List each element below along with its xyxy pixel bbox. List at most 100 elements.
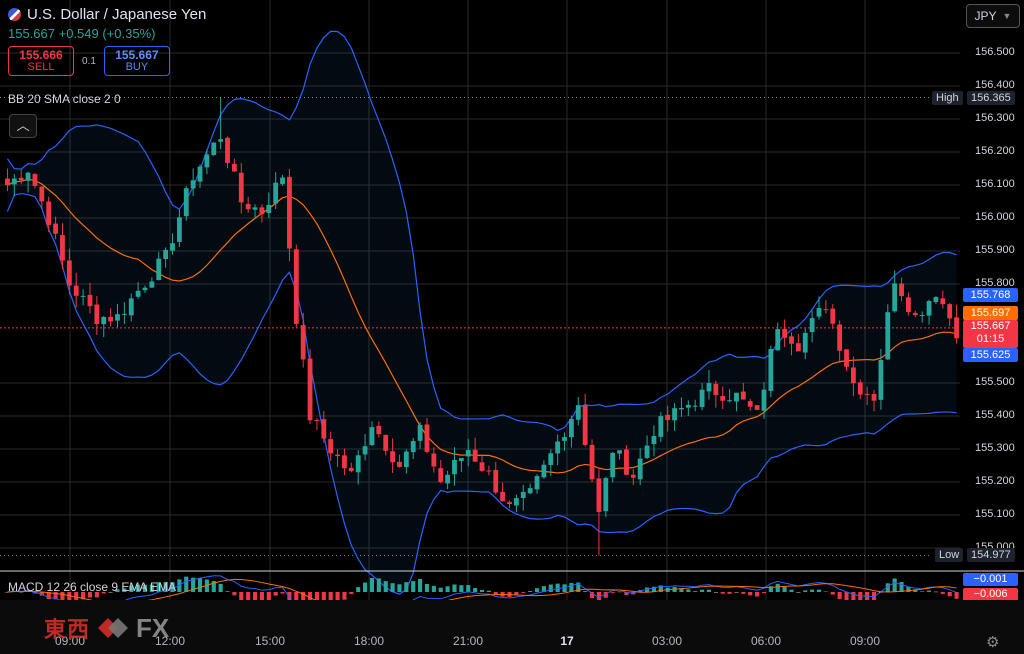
settings-gear-icon[interactable]: ⚙ bbox=[986, 633, 999, 651]
candle-body bbox=[672, 408, 677, 421]
macd-histogram-bar bbox=[445, 586, 450, 592]
candle-body bbox=[135, 290, 141, 297]
candle-body bbox=[857, 382, 863, 395]
candle-body bbox=[617, 450, 622, 454]
macd-histogram-bar bbox=[823, 591, 828, 592]
macd-histogram-bar bbox=[933, 591, 938, 593]
candle-body bbox=[926, 300, 932, 316]
candle-body bbox=[94, 304, 100, 324]
price-tick: 155.200 bbox=[975, 475, 1015, 487]
candle-body bbox=[679, 407, 684, 410]
candle-body bbox=[802, 332, 808, 353]
candle-body bbox=[520, 491, 526, 498]
candle-body bbox=[32, 174, 38, 186]
candle-body bbox=[685, 404, 691, 408]
candle-body bbox=[66, 260, 72, 286]
macd-histogram-bar bbox=[583, 591, 588, 592]
macd-histogram-bar bbox=[693, 591, 698, 592]
macd-histogram-bar bbox=[197, 578, 203, 592]
candle-body bbox=[369, 427, 375, 446]
bb-indicator-label[interactable]: BB 20 SMA close 2 0 bbox=[8, 92, 121, 106]
sell-price: 155.666 bbox=[19, 48, 63, 62]
candle-body bbox=[562, 437, 567, 441]
macd-histogram-bar bbox=[466, 585, 471, 592]
time-tick: 09:00 bbox=[849, 634, 881, 648]
buy-button[interactable]: 155.667 BUY bbox=[103, 46, 170, 76]
candle-body bbox=[775, 329, 781, 351]
macd-histogram-bar bbox=[617, 591, 622, 593]
candle-body bbox=[18, 177, 24, 181]
macd-histogram-bar bbox=[947, 592, 952, 597]
price-tick: 156.100 bbox=[975, 178, 1015, 190]
candle-body bbox=[610, 452, 616, 478]
candle-body bbox=[720, 395, 726, 401]
macd-histogram-bar bbox=[892, 578, 897, 592]
candle-body bbox=[582, 405, 588, 445]
bb-lower-tag: 155.625 bbox=[963, 348, 1018, 362]
candle-body bbox=[259, 207, 265, 215]
candle-body bbox=[121, 313, 127, 315]
candle-body bbox=[438, 468, 444, 483]
candle-body bbox=[424, 424, 430, 452]
watermark-fx-text: FX bbox=[136, 612, 170, 643]
current-price-value: 155.667 bbox=[970, 320, 1011, 332]
candle-body bbox=[569, 418, 574, 438]
candle-body bbox=[885, 312, 891, 360]
macd-histogram-bar bbox=[548, 584, 553, 592]
candle-body bbox=[149, 281, 155, 288]
currency-label: JPY bbox=[974, 9, 997, 23]
candle-body bbox=[218, 139, 224, 142]
candle-body bbox=[266, 205, 272, 213]
candle-body bbox=[128, 298, 134, 316]
candle-body bbox=[644, 445, 650, 458]
collapse-legend-button[interactable]: ︿ bbox=[9, 114, 37, 138]
bb-fill bbox=[7, 31, 957, 595]
candle-body bbox=[747, 401, 753, 407]
macd-value-tag: −0.001 bbox=[963, 573, 1018, 586]
macd-histogram-bar bbox=[816, 589, 822, 592]
time-tick: 15:00 bbox=[254, 634, 286, 648]
chart-canvas[interactable] bbox=[0, 0, 1024, 654]
low-value-tag: 154.977 bbox=[967, 548, 1015, 562]
candle-body bbox=[231, 163, 237, 172]
macd-histogram-bar bbox=[720, 592, 725, 594]
candle-body bbox=[410, 441, 416, 453]
candle-body bbox=[692, 405, 698, 407]
candle-body bbox=[170, 243, 175, 251]
candle-body bbox=[947, 304, 953, 319]
candle-body bbox=[403, 451, 409, 468]
candle-body bbox=[555, 441, 561, 454]
candle-body bbox=[431, 453, 437, 467]
candle-body bbox=[534, 476, 540, 490]
symbol-name: U.S. Dollar / Japanese Yen bbox=[27, 6, 207, 23]
sell-button[interactable]: 155.666 SELL bbox=[8, 46, 74, 76]
macd-histogram-bar bbox=[954, 592, 959, 599]
macd-histogram-bar bbox=[830, 592, 835, 595]
candle-body bbox=[11, 178, 17, 185]
candle-body bbox=[864, 393, 870, 395]
macd-histogram-bar bbox=[356, 587, 361, 592]
currency-button[interactable]: JPY ▼ bbox=[966, 4, 1020, 28]
candle-body bbox=[665, 414, 671, 421]
macd-histogram-bar bbox=[569, 582, 574, 592]
candle-body bbox=[850, 367, 856, 384]
candle-body bbox=[5, 178, 10, 186]
candle-body bbox=[816, 308, 822, 317]
candle-body bbox=[46, 201, 52, 225]
candle-body bbox=[637, 458, 643, 480]
bb-upper-tag: 155.768 bbox=[963, 288, 1018, 302]
candle-body bbox=[630, 474, 636, 478]
candle-body bbox=[190, 180, 196, 189]
macd-histogram-bar bbox=[184, 576, 189, 592]
buy-label: BUY bbox=[125, 61, 149, 73]
macd-histogram-bar bbox=[273, 592, 278, 596]
buy-price: 155.667 bbox=[115, 48, 159, 62]
candle-body bbox=[445, 474, 451, 484]
macd-histogram-bar bbox=[700, 589, 705, 592]
macd-indicator-label[interactable]: MACD 12 26 close 9 EMA EMA bbox=[8, 580, 176, 594]
watermark-cn-text: 東西 bbox=[44, 617, 91, 642]
price-change: +0.549 bbox=[58, 26, 99, 41]
candle-body bbox=[507, 502, 512, 505]
candle-body bbox=[795, 343, 801, 352]
macd-histogram-bar bbox=[452, 584, 457, 592]
